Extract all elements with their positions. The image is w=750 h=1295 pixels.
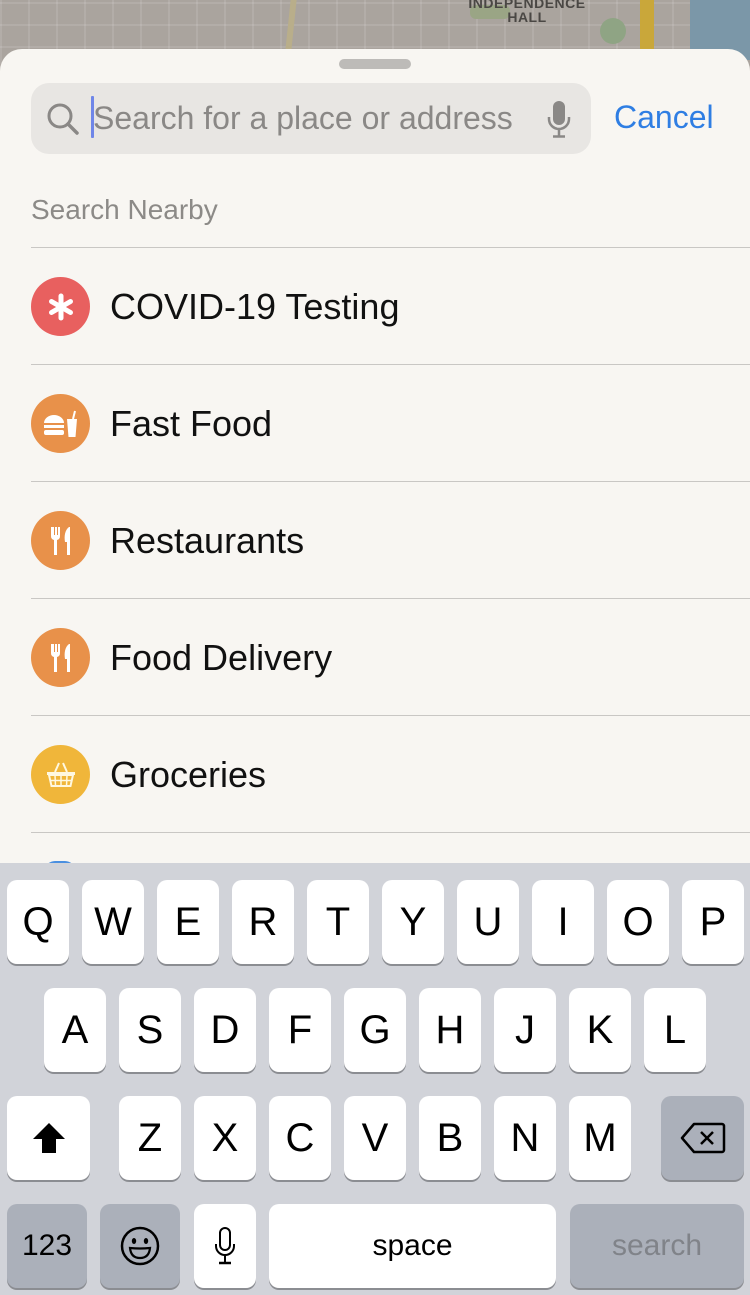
map-landmark-line2: HALL xyxy=(507,9,547,25)
search-icon xyxy=(47,103,79,135)
category-badge xyxy=(31,628,90,687)
key-c[interactable]: C xyxy=(269,1096,331,1180)
burger-drink-icon xyxy=(43,410,77,437)
list-item-restaurants[interactable]: Restaurants xyxy=(0,482,750,598)
key-q[interactable]: Q xyxy=(7,880,69,964)
search-input[interactable]: Search for a place or address xyxy=(31,83,591,154)
key-m[interactable]: M xyxy=(569,1096,631,1180)
list-item-food-delivery[interactable]: Food Delivery xyxy=(0,599,750,715)
onscreen-keyboard: Q W E R T Y U I O P A S D F G H J K L Z … xyxy=(0,863,750,1295)
map-highway xyxy=(640,0,654,50)
asterisk-medical-icon xyxy=(48,293,73,320)
list-item-label: Groceries xyxy=(110,754,267,795)
map-park xyxy=(600,18,626,44)
key-o[interactable]: O xyxy=(607,880,669,964)
emoji-face-icon xyxy=(120,1226,160,1266)
key-x[interactable]: X xyxy=(194,1096,256,1180)
section-header-search-nearby: Search Nearby xyxy=(31,194,218,225)
category-badge xyxy=(31,511,90,570)
microphone-icon xyxy=(215,1227,235,1265)
shift-key[interactable] xyxy=(7,1096,90,1180)
key-t[interactable]: T xyxy=(307,880,369,964)
key-h[interactable]: H xyxy=(419,988,481,1072)
key-l[interactable]: L xyxy=(644,988,706,1072)
key-p[interactable]: P xyxy=(682,880,744,964)
delete-key[interactable] xyxy=(661,1096,744,1180)
search-placeholder: Search for a place or address xyxy=(93,100,513,136)
key-r[interactable]: R xyxy=(232,880,294,964)
key-i[interactable]: I xyxy=(532,880,594,964)
category-badge xyxy=(31,394,90,453)
backspace-icon xyxy=(680,1122,725,1154)
key-n[interactable]: N xyxy=(494,1096,556,1180)
search-key[interactable]: search xyxy=(570,1204,744,1288)
list-item-groceries[interactable]: Groceries xyxy=(0,716,750,832)
emoji-key[interactable] xyxy=(100,1204,180,1288)
key-w[interactable]: W xyxy=(82,880,144,964)
map-road xyxy=(285,0,297,50)
key-z[interactable]: Z xyxy=(119,1096,181,1180)
key-k[interactable]: K xyxy=(569,988,631,1072)
map-landmark-label: INDEPENDENCE HALL xyxy=(462,0,592,24)
key-f[interactable]: F xyxy=(269,988,331,1072)
numbers-key[interactable]: 123 xyxy=(7,1204,87,1288)
key-b[interactable]: B xyxy=(419,1096,481,1180)
key-u[interactable]: U xyxy=(457,880,519,964)
divider xyxy=(31,832,750,833)
microphone-icon[interactable] xyxy=(545,99,573,139)
key-j[interactable]: J xyxy=(494,988,556,1072)
nearby-category-list: COVID-19 Testing Fast Food Restaurants F… xyxy=(0,247,750,833)
category-badge xyxy=(31,277,90,336)
shift-arrow-icon xyxy=(32,1123,65,1153)
list-item-label: Food Delivery xyxy=(110,637,333,678)
list-item-covid-testing[interactable]: COVID-19 Testing xyxy=(0,248,750,364)
list-item-fast-food[interactable]: Fast Food xyxy=(0,365,750,481)
sheet-grabber-handle[interactable] xyxy=(339,59,411,69)
category-badge xyxy=(31,745,90,804)
list-item-label: COVID-19 Testing xyxy=(110,286,400,327)
fork-knife-icon xyxy=(50,643,70,672)
basket-icon xyxy=(46,762,75,787)
cancel-button[interactable]: Cancel xyxy=(614,97,714,137)
key-v[interactable]: V xyxy=(344,1096,406,1180)
search-sheet: Search for a place or address Cancel Sea… xyxy=(0,49,750,879)
fork-knife-icon xyxy=(50,526,70,555)
key-a[interactable]: A xyxy=(44,988,106,1072)
key-y[interactable]: Y xyxy=(382,880,444,964)
key-d[interactable]: D xyxy=(194,988,256,1072)
key-e[interactable]: E xyxy=(157,880,219,964)
dictation-key[interactable] xyxy=(194,1204,256,1288)
list-item-label: Fast Food xyxy=(110,403,273,444)
space-key[interactable]: space xyxy=(269,1204,556,1288)
list-item-label: Restaurants xyxy=(110,520,305,561)
key-g[interactable]: G xyxy=(344,988,406,1072)
key-s[interactable]: S xyxy=(119,988,181,1072)
